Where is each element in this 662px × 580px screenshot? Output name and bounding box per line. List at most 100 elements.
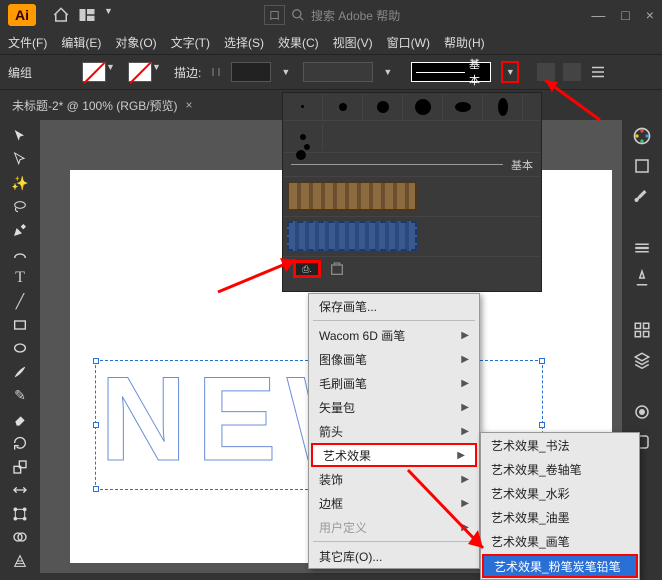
style-button[interactable] xyxy=(563,63,581,81)
sub-watercolor[interactable]: 艺术效果_水彩 xyxy=(481,481,639,505)
brush-dropdown-button[interactable]: ▼ xyxy=(501,61,519,83)
perspective-tool[interactable] xyxy=(8,550,32,572)
menu-file[interactable]: 文件(F) xyxy=(8,34,47,51)
pencil-tool[interactable]: ✎ xyxy=(8,385,32,407)
menu-bar: 文件(F) 编辑(E) 对象(O) 文字(T) 选择(S) 效果(C) 视图(V… xyxy=(0,30,662,54)
brushes-panel-icon[interactable] xyxy=(630,184,654,208)
pen-tool[interactable] xyxy=(8,220,32,242)
title-bar: Ai ▼ 口 搜索 Adobe 帮助 — □ × xyxy=(0,0,662,30)
sub-scroll-pen[interactable]: 艺术效果_卷轴笔 xyxy=(481,457,639,481)
search-tag-icon: 口 xyxy=(264,5,285,25)
shape-builder-tool[interactable] xyxy=(8,527,32,549)
menu-decorative[interactable]: 装饰▶ xyxy=(309,467,479,491)
menu-edit[interactable]: 编辑(E) xyxy=(61,34,101,51)
brush-library-menu: 保存画笔... Wacom 6D 画笔▶ 图像画笔▶ 毛刷画笔▶ 矢量包▶ 箭头… xyxy=(308,293,480,569)
width-tool[interactable] xyxy=(8,479,32,501)
line-tool[interactable]: ╱ xyxy=(8,290,32,312)
paintbrush-tool[interactable] xyxy=(8,361,32,383)
close-button[interactable]: × xyxy=(646,7,654,23)
brush-pattern-2[interactable] xyxy=(283,217,541,257)
scale-tool[interactable] xyxy=(8,456,32,478)
menu-other-library[interactable]: 其它库(O)... xyxy=(309,544,479,568)
menu-user-defined: 用户定义▶ xyxy=(309,515,479,539)
document-tab[interactable]: 未标题-2* @ 100% (RGB/预览) × xyxy=(12,97,193,114)
menu-effect[interactable]: 效果(C) xyxy=(278,34,319,51)
libraries-icon[interactable] xyxy=(329,261,345,277)
sub-chalk-charcoal[interactable]: 艺术效果_粉笔炭笔铅笔 xyxy=(482,554,638,578)
selection-mode: 编组 xyxy=(8,64,32,81)
menu-type[interactable]: 文字(T) xyxy=(171,34,210,51)
menu-window[interactable]: 窗口(W) xyxy=(387,34,430,51)
direct-selection-tool[interactable] xyxy=(8,149,32,171)
menu-select[interactable]: 选择(S) xyxy=(224,34,264,51)
menu-help[interactable]: 帮助(H) xyxy=(444,34,485,51)
dropdown-caret[interactable]: ▼ xyxy=(104,6,113,24)
swatches-panel-icon[interactable] xyxy=(630,154,654,178)
search-icon xyxy=(291,8,305,22)
sub-calligraphy[interactable]: 艺术效果_书法 xyxy=(481,433,639,457)
menu-wacom[interactable]: Wacom 6D 画笔▶ xyxy=(309,323,479,347)
toolbar-left: ✨ T ╱ ✎ xyxy=(0,120,40,573)
opacity-button[interactable] xyxy=(537,63,555,81)
selection-tool[interactable] xyxy=(8,125,32,147)
control-bar: 编组 ▼ ▼ 描边: ▼ ▼ 基本 ▼ xyxy=(0,54,662,90)
menu-arrows[interactable]: 箭头▶ xyxy=(309,419,479,443)
menu-object[interactable]: 对象(O) xyxy=(115,34,156,51)
app-logo: Ai xyxy=(8,4,36,26)
rotate-tool[interactable] xyxy=(8,432,32,454)
brush-panel-footer: ⎙. xyxy=(283,257,541,281)
menu-image-brush[interactable]: 图像画笔▶ xyxy=(309,347,479,371)
brush-definition[interactable]: 基本 xyxy=(411,62,491,82)
vstroke-dropdown[interactable]: ▼ xyxy=(383,67,395,77)
document-title: 未标题-2* @ 100% (RGB/预览) xyxy=(12,97,178,114)
window-controls: — □ × xyxy=(591,7,654,23)
menu-vector-pack[interactable]: 矢量包▶ xyxy=(309,395,479,419)
stroke-panel-icon[interactable] xyxy=(630,236,654,260)
arrange-icon[interactable] xyxy=(78,6,96,24)
home-icon[interactable] xyxy=(52,6,70,24)
sub-paintbrush[interactable]: 艺术效果_画笔 xyxy=(481,529,639,553)
menu-sep xyxy=(313,541,475,542)
free-transform-tool[interactable] xyxy=(8,503,32,525)
stroke-weight-dropdown[interactable]: ▼ xyxy=(281,67,293,77)
maximize-button[interactable]: □ xyxy=(621,7,629,23)
search-box[interactable]: 口 搜索 Adobe 帮助 xyxy=(264,5,400,25)
curvature-tool[interactable] xyxy=(8,243,32,265)
stroke-swatch[interactable]: ▼ xyxy=(128,62,164,82)
properties-panel-icon[interactable] xyxy=(630,318,654,342)
rectangle-tool[interactable] xyxy=(8,314,32,336)
symbols-panel-icon[interactable] xyxy=(630,266,654,290)
menu-view[interactable]: 视图(V) xyxy=(333,34,373,51)
magic-wand-tool[interactable]: ✨ xyxy=(8,172,32,194)
appearance-panel-icon[interactable] xyxy=(630,400,654,424)
sub-ink[interactable]: 艺术效果_油墨 xyxy=(481,505,639,529)
top-icons: ▼ xyxy=(52,6,113,24)
brush-basic[interactable]: 基本 xyxy=(283,153,541,177)
menu-save-brush[interactable]: 保存画笔... xyxy=(309,294,479,318)
brush-calligraphic-row[interactable] xyxy=(283,121,541,153)
search-placeholder: 搜索 Adobe 帮助 xyxy=(311,7,400,24)
minimize-button[interactable]: — xyxy=(591,7,605,23)
vstroke-profile[interactable] xyxy=(303,62,373,82)
brush-preset-row[interactable] xyxy=(283,93,541,121)
tab-close-button[interactable]: × xyxy=(186,98,193,112)
menu-sep xyxy=(313,320,475,321)
color-panel-icon[interactable] xyxy=(630,124,654,148)
stroke-label: 描边: xyxy=(174,64,201,81)
brush-pattern-1[interactable] xyxy=(283,177,541,217)
menu-bristle-brush[interactable]: 毛刷画笔▶ xyxy=(309,371,479,395)
lasso-tool[interactable] xyxy=(8,196,32,218)
menu-borders[interactable]: 边框▶ xyxy=(309,491,479,515)
artistic-submenu: 艺术效果_书法 艺术效果_卷轴笔 艺术效果_水彩 艺术效果_油墨 艺术效果_画笔… xyxy=(480,432,640,580)
fill-swatch[interactable]: ▼ xyxy=(82,62,118,82)
eraser-tool[interactable] xyxy=(8,409,32,431)
type-tool[interactable]: T xyxy=(8,267,32,289)
align-button[interactable] xyxy=(589,63,607,81)
stroke-weight-field[interactable] xyxy=(231,62,271,82)
menu-artistic[interactable]: 艺术效果▶ xyxy=(311,443,477,467)
stroke-link-icon[interactable] xyxy=(211,64,221,80)
brush-libraries-button[interactable]: ⎙. xyxy=(293,260,321,278)
ellipse-tool[interactable] xyxy=(8,338,32,360)
layers-panel-icon[interactable] xyxy=(630,348,654,372)
brushes-panel: 基本 ⎙. xyxy=(282,92,542,292)
